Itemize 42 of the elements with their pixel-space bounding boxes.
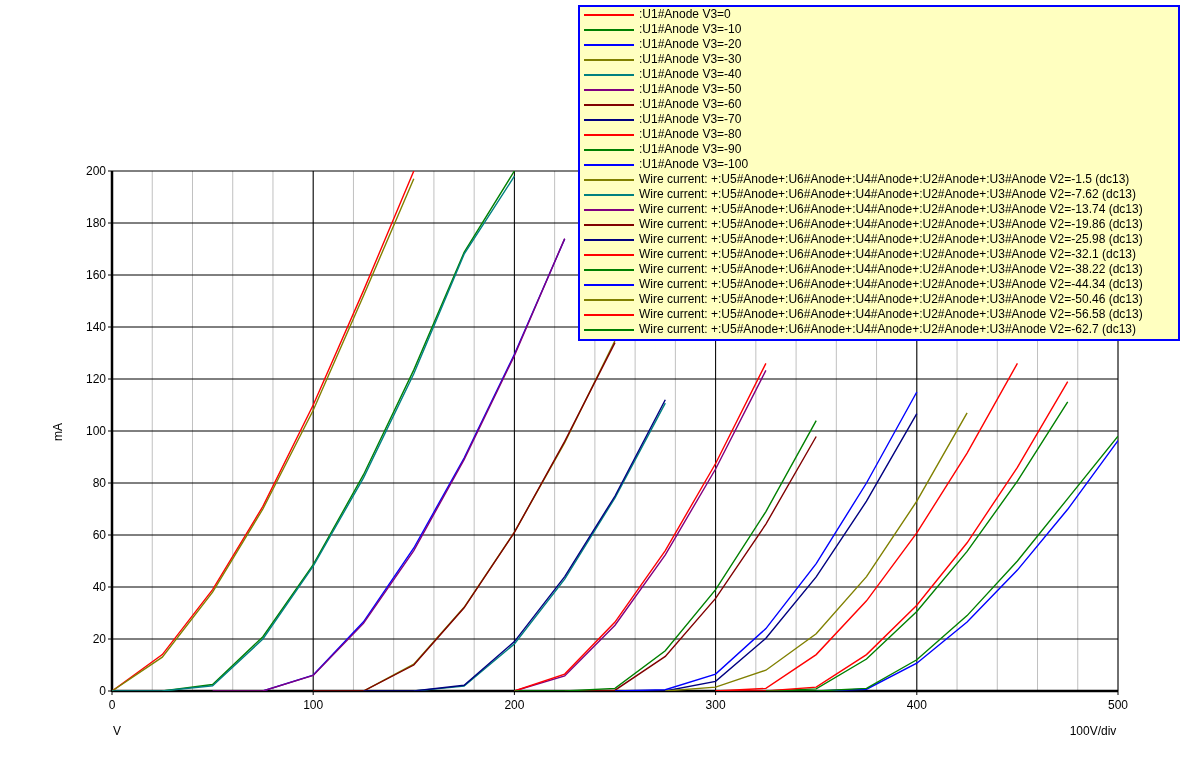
y-tick-label: 120 <box>85 372 106 386</box>
x-tick-label: 100 <box>303 698 324 712</box>
legend-label: :U1#Anode V3=0 <box>639 7 731 22</box>
legend-label: Wire current: +:U5#Anode+:U6#Anode+:U4#Anode+:U2#Anode+:U3#Anode V2=-7.62 (dc13) <box>639 187 1136 202</box>
legend-label: Wire current: +:U5#Anode+:U6#Anode+:U4#Anode+:U2#Anode+:U3#Anode V2=-56.58 (dc13) <box>639 307 1143 322</box>
legend-label: :U1#Anode V3=-50 <box>639 82 742 97</box>
y-tick-label: 180 <box>85 216 106 230</box>
y-axis-title: mA <box>51 423 65 441</box>
x-tick-label: 500 <box>1108 698 1128 712</box>
x-axis-title: V <box>113 724 121 738</box>
legend-label: :U1#Anode V3=-100 <box>639 157 749 172</box>
y-tick-label: 40 <box>92 580 106 594</box>
x-tick-label: 400 <box>906 698 927 712</box>
x-tick-label: 0 <box>108 698 116 712</box>
legend-label: :U1#Anode V3=-20 <box>639 37 742 52</box>
y-tick-label: 100 <box>85 424 106 438</box>
y-tick-label: 160 <box>85 268 106 282</box>
x-tick-label: 200 <box>504 698 525 712</box>
y-tick-label: 140 <box>85 320 106 334</box>
legend-label: :U1#Anode V3=-40 <box>639 67 742 82</box>
legend-label: :U1#Anode V3=-80 <box>639 127 742 142</box>
x-tick-label: 300 <box>705 698 726 712</box>
legend-label: Wire current: +:U5#Anode+:U6#Anode+:U4#Anode+:U2#Anode+:U3#Anode V2=-38.22 (dc13) <box>639 262 1143 277</box>
scale-label: 100V/div <box>1069 724 1117 738</box>
legend-label: :U1#Anode V3=-60 <box>639 97 742 112</box>
legend-label: Wire current: +:U5#Anode+:U6#Anode+:U4#Anode+:U2#Anode+:U3#Anode V2=-19.86 (dc13) <box>639 217 1143 232</box>
legend-label: Wire current: +:U5#Anode+:U6#Anode+:U4#Anode+:U2#Anode+:U3#Anode V2=-32.1 (dc13) <box>639 247 1136 262</box>
legend-label: Wire current: +:U5#Anode+:U6#Anode+:U4#Anode+:U2#Anode+:U3#Anode V2=-62.7 (dc13) <box>639 322 1136 337</box>
legend-label: :U1#Anode V3=-90 <box>639 142 742 157</box>
legend-label: :U1#Anode V3=-70 <box>639 112 742 127</box>
legend-label: Wire current: +:U5#Anode+:U6#Anode+:U4#Anode+:U2#Anode+:U3#Anode V2=-1.5 (dc13) <box>639 172 1130 187</box>
legend-label: Wire current: +:U5#Anode+:U6#Anode+:U4#Anode+:U2#Anode+:U3#Anode V2=-44.34 (dc13) <box>639 277 1143 292</box>
y-tick-label: 80 <box>92 476 106 490</box>
legend-label: Wire current: +:U5#Anode+:U6#Anode+:U4#Anode+:U2#Anode+:U3#Anode V2=-25.98 (dc13) <box>639 232 1143 247</box>
y-tick-label: 60 <box>92 528 106 542</box>
y-tick-label: 0 <box>99 684 106 698</box>
legend-label: Wire current: +:U5#Anode+:U6#Anode+:U4#Anode+:U2#Anode+:U3#Anode V2=-13.74 (dc13) <box>639 202 1143 217</box>
y-tick-label: 20 <box>92 632 106 646</box>
legend-label: :U1#Anode V3=-10 <box>639 22 742 37</box>
legend-label: :U1#Anode V3=-30 <box>639 52 742 67</box>
legend-label: Wire current: +:U5#Anode+:U6#Anode+:U4#Anode+:U2#Anode+:U3#Anode V2=-50.46 (dc13) <box>639 292 1143 307</box>
y-tick-label: 200 <box>85 164 106 178</box>
